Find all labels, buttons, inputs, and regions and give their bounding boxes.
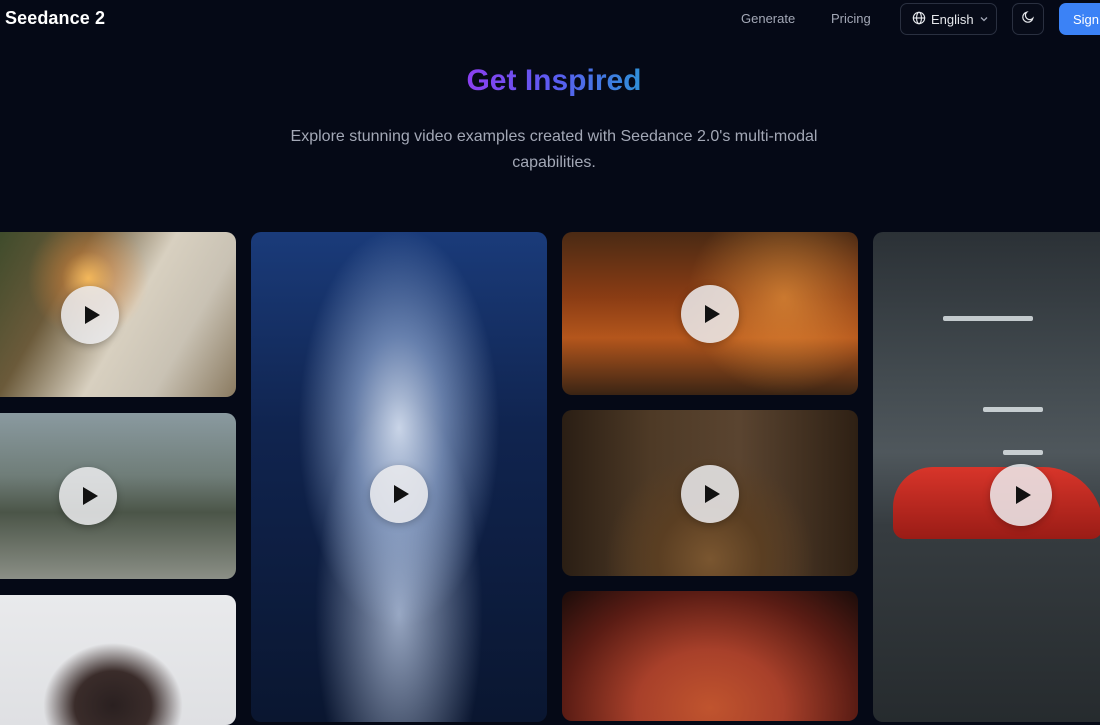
play-icon [705,305,720,323]
play-button[interactable] [61,286,119,344]
video-card-laundry[interactable] [0,232,236,397]
video-card-garage-car[interactable] [873,232,1100,722]
page-title: Get Inspired [466,64,642,97]
video-thumbnail [0,413,236,579]
play-icon [85,306,100,324]
brand-logo[interactable]: Seedance 2 [5,8,105,29]
video-thumbnail [562,591,858,721]
video-card-forest-duel[interactable] [562,232,858,395]
video-card-elevator-man[interactable] [562,410,858,576]
page-subtitle: Explore stunning video examples created … [290,128,818,171]
play-button[interactable] [59,467,117,525]
nav-link-pricing[interactable]: Pricing [831,11,871,26]
nav-link-generate[interactable]: Generate [741,11,795,26]
video-card-angel[interactable] [251,232,547,722]
sign-in-button[interactable]: Sign [1059,3,1100,35]
video-card-eye[interactable] [562,591,858,721]
play-icon [705,485,720,503]
play-button[interactable] [681,285,739,343]
video-card-portrait[interactable] [0,595,236,725]
video-card-crowd[interactable] [0,413,236,579]
top-navigation: Seedance 2 Generate Pricing English Sign [0,0,1100,38]
moon-icon [1021,10,1035,29]
chevron-down-icon [979,12,989,27]
play-icon [1016,486,1031,504]
video-thumbnail [873,232,1100,722]
play-button[interactable] [990,464,1052,526]
play-button[interactable] [681,465,739,523]
theme-toggle-button[interactable] [1012,3,1044,35]
language-label: English [931,11,974,27]
video-thumbnail [0,595,236,725]
play-button[interactable] [370,465,428,523]
language-selector[interactable]: English [900,3,997,35]
play-icon [83,487,98,505]
play-icon [394,485,409,503]
globe-icon [912,11,926,28]
